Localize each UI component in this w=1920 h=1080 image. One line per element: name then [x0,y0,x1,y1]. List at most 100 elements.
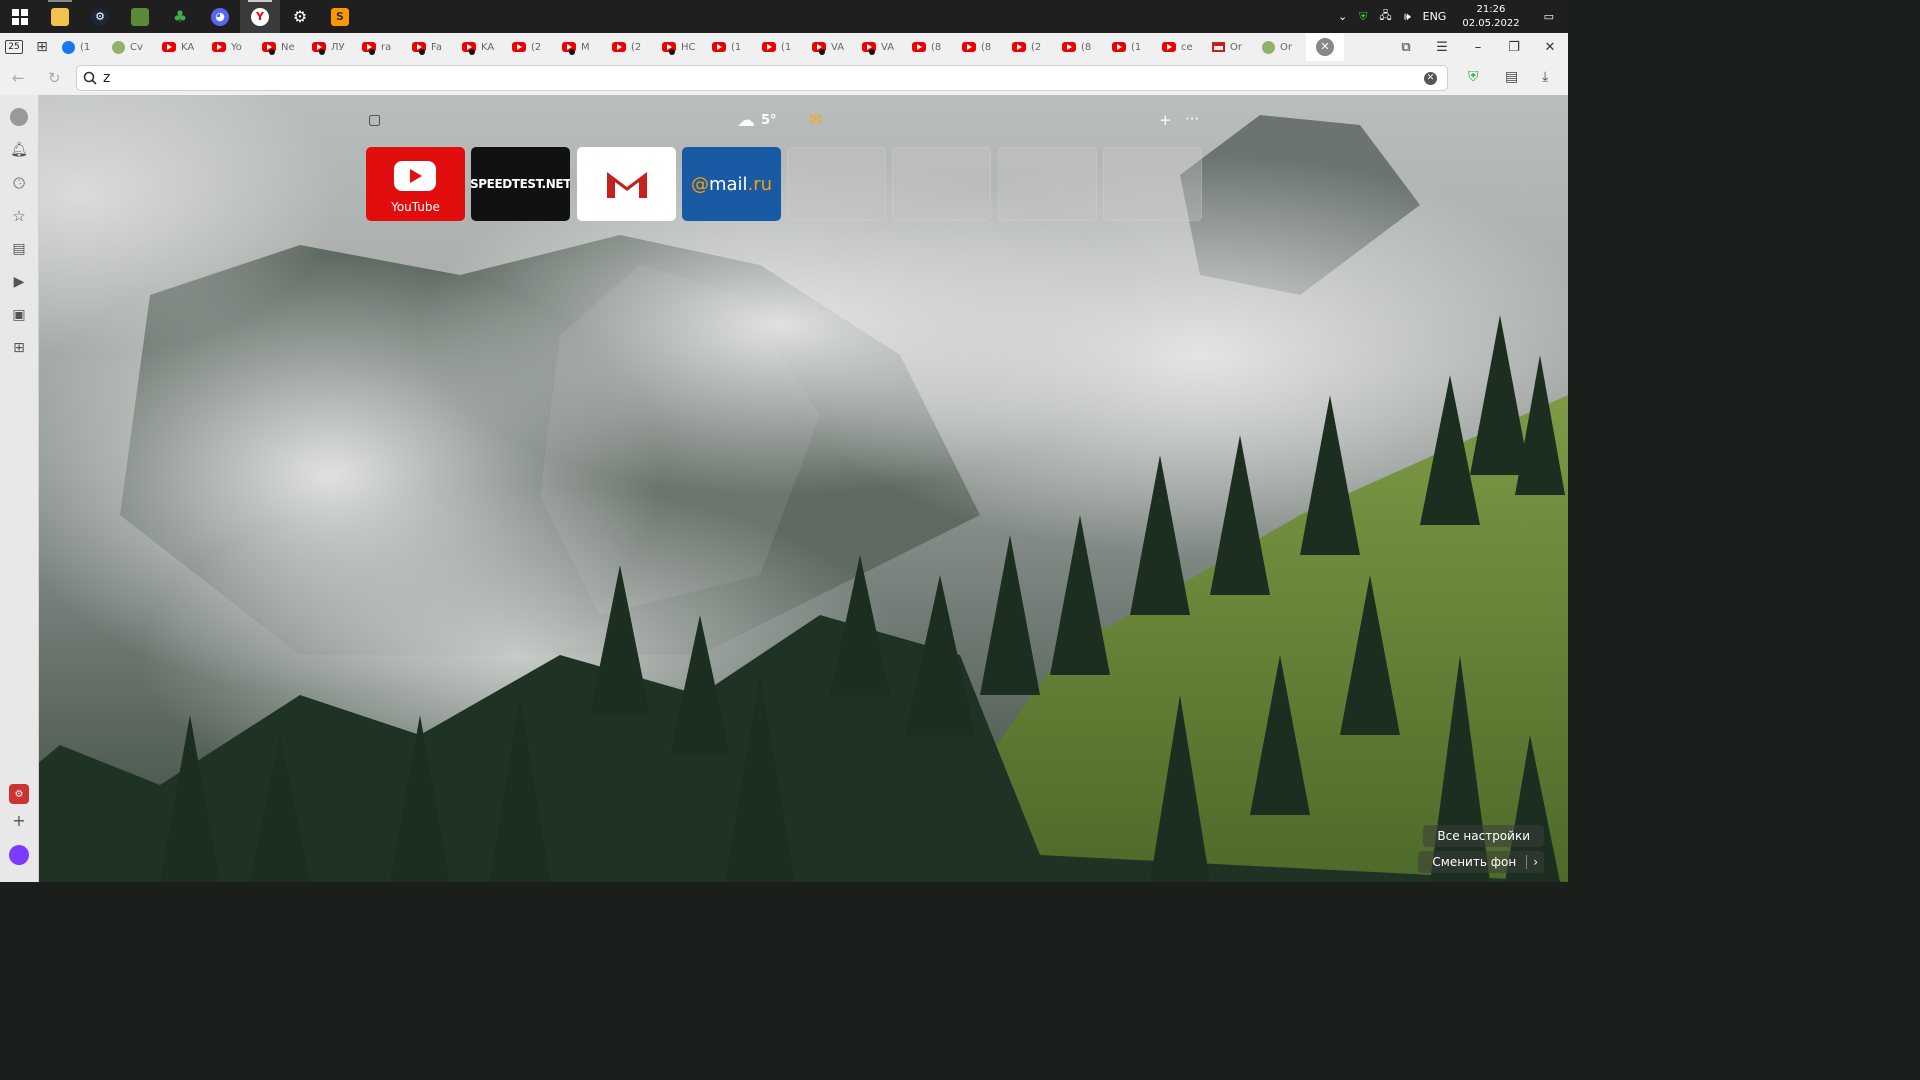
add-tile-icon[interactable]: + [1159,111,1172,129]
browser-tab[interactable]: Yo [206,33,256,61]
tile-empty[interactable] [892,147,991,221]
taskbar-minecraft[interactable] [120,0,160,33]
tile-youtube[interactable]: YouTube [366,147,465,221]
shield-icon[interactable]: ⛨ [1353,10,1373,24]
protect-shield-icon[interactable]: ⛨ [1468,69,1479,85]
taskbar-settings[interactable]: ⚙ [280,0,320,33]
browser-tab[interactable]: (2 [506,33,556,61]
back-arrow-icon[interactable]: ← [12,69,25,87]
extensions-icon[interactable]: ▤ [1505,69,1518,85]
taskbar-steam[interactable]: ⚙ [80,0,120,33]
weather-temperature: 5° [761,113,777,128]
tile-speedtest[interactable]: SPEEDTEST.NET [471,147,570,221]
download-icon[interactable]: ⤓ [1542,69,1548,85]
browser-tab[interactable]: VA [806,33,856,61]
browser-tab[interactable]: Cv [106,33,156,61]
browser-sidebar: 🔔︎ 🕓︎ ☆ ▤ ▶ ▣ ⊞ ⚙ + [0,95,39,882]
tab-counter-button[interactable]: 25 [0,33,28,61]
play-icon[interactable]: ▶ [9,272,29,292]
volume-icon[interactable]: 🕪 [1398,10,1417,24]
background-wallpaper [0,95,1568,882]
language-indicator[interactable]: ENG [1417,10,1453,23]
collections-icon[interactable]: ⧉ [1388,40,1424,55]
browser-tab[interactable]: (1 [756,33,806,61]
close-tab-icon[interactable]: ✕ [1316,38,1334,56]
minimize-icon[interactable]: – [1460,40,1496,55]
tile-mailru[interactable]: @ mail .ru [682,147,781,221]
chevron-up-icon[interactable]: ⌄ [1332,10,1353,23]
browser-tab[interactable]: (1 [1106,33,1156,61]
tab-title: Ne [281,41,295,53]
browser-tab[interactable]: (1 [706,33,756,61]
change-background-button[interactable]: Сменить фон › [1418,851,1544,873]
new-tab-group-button[interactable]: ⊞ [28,33,56,61]
tile-gmail[interactable] [577,147,676,221]
tab-title: Or [1280,41,1292,53]
more-icon[interactable]: ··· [1185,110,1199,128]
bell-icon[interactable]: 🔔︎ [9,140,29,160]
tab-gallery-icon[interactable]: ▢ [368,112,381,128]
taskbar-sublime[interactable]: S [320,0,360,33]
windows-icon [12,8,28,25]
browser-tab[interactable]: HC [656,33,706,61]
screenshot-icon[interactable]: ▣ [9,305,29,325]
taskbar-discord[interactable]: ◕ [200,0,240,33]
star-icon[interactable]: ☆ [9,206,29,226]
close-window-icon[interactable]: ✕ [1532,40,1568,55]
browser-tab[interactable]: Or [1206,33,1256,61]
browser-tab[interactable]: (8 [1056,33,1106,61]
browser-tab[interactable]: (2 [606,33,656,61]
browser-tab[interactable]: ЛУ [306,33,356,61]
change-background-label: Сменить фон [1432,855,1517,869]
all-settings-label: Все настройки [1437,829,1530,843]
browser-tab[interactable]: (8 [906,33,956,61]
reload-icon[interactable]: ↻ [48,69,61,87]
browser-tab[interactable]: (8 [956,33,1006,61]
menu-icon[interactable]: ☰ [1424,40,1460,55]
steam-icon: ⚙ [91,7,109,26]
youtube-favicon-icon [1112,42,1126,52]
youtube-favicon-icon [212,42,226,52]
browser-tab[interactable]: ra [356,33,406,61]
taskbar-file-explorer[interactable] [40,0,80,33]
history-icon[interactable]: 🕓︎ [9,173,29,193]
all-settings-button[interactable]: Все настройки [1423,825,1544,847]
browser-tab[interactable]: VA [856,33,906,61]
browser-tab[interactable]: (1 [56,33,106,61]
tab-title: (1 [80,41,91,53]
news-icon[interactable]: ▤ [9,239,29,259]
alice-assistant-icon[interactable] [9,845,29,865]
omnibox[interactable]: ✕ [76,65,1448,91]
tab-title: Fa [431,41,442,53]
add-app-icon[interactable]: + [9,810,29,830]
chevron-right-icon[interactable]: › [1526,855,1538,869]
address-input[interactable] [103,68,1403,88]
browser-tab[interactable]: KA [156,33,206,61]
profile-button[interactable] [9,107,29,127]
browser-tab[interactable]: ce [1156,33,1206,61]
mail-icon[interactable]: ✉ [809,110,822,129]
notifications-icon[interactable]: ▭ [1530,10,1568,23]
start-button[interactable] [0,0,40,33]
browser-tab[interactable]: Or [1256,33,1306,61]
browser-tab[interactable]: Fa [406,33,456,61]
browser-tab[interactable]: (2 [1006,33,1056,61]
active-tab[interactable]: ✕ [1306,33,1344,61]
tile-empty[interactable] [998,147,1097,221]
tile-empty[interactable] [787,147,886,221]
clear-input-icon[interactable]: ✕ [1424,72,1437,85]
clock[interactable]: 21:26 02.05.2022 [1452,3,1529,31]
weather-widget[interactable]: ☁ 5° [737,110,777,131]
network-icon[interactable]: 🖧 [1373,7,1397,26]
taskbar-tree-app[interactable]: ♣ [160,0,200,33]
apps-grid-icon[interactable]: ⊞ [9,338,29,358]
app-shortcut-icon[interactable]: ⚙ [9,784,29,804]
tab-counter: 25 [5,40,23,54]
restore-icon[interactable]: ❐ [1496,40,1532,55]
youtube-favicon-icon [1162,42,1176,52]
browser-tab[interactable]: Ne [256,33,306,61]
browser-tab[interactable]: KA [456,33,506,61]
tile-empty[interactable] [1103,147,1202,221]
browser-tab[interactable]: M [556,33,606,61]
taskbar-yandex-browser[interactable]: Y [240,0,280,33]
